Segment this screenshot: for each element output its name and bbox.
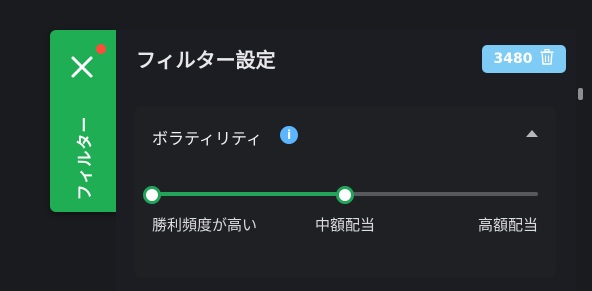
chevron-up-icon[interactable] [526,130,538,137]
volatility-slider-handle-min[interactable] [143,186,161,204]
volatility-section: ボラティリティ i 勝利頻度が高い 中額配当 高額配当 [134,106,556,278]
info-icon[interactable]: i [280,126,298,144]
screen: フィルター フィルター設定 3480 ボラティリティ i 勝利頻度が高い 中額配… [0,0,592,291]
volatility-slider-range [152,192,345,196]
close-icon[interactable] [67,52,97,82]
slider-label-high-payout: 高額配当 [477,216,538,234]
result-count-clear-button[interactable]: 3480 [482,45,566,73]
filter-tab[interactable]: フィルター [50,30,116,212]
filter-tab-label: フィルター [75,115,94,201]
trash-icon [540,48,554,69]
notification-dot [96,44,106,54]
volatility-title: ボラティリティ [152,129,263,148]
scrollbar-thumb[interactable] [578,88,583,100]
filter-settings-panel: フィルター設定 3480 ボラティリティ i 勝利頻度が高い 中額配当 高額配当 [116,30,583,291]
panel-title: フィルター設定 [136,48,276,72]
slider-label-medium-payout: 中額配当 [314,216,376,234]
volatility-slider-handle-max[interactable] [336,186,354,204]
result-count: 3480 [493,51,533,67]
slider-label-frequent-wins: 勝利頻度が高い [152,216,258,234]
volatility-slider-track[interactable] [143,186,538,204]
